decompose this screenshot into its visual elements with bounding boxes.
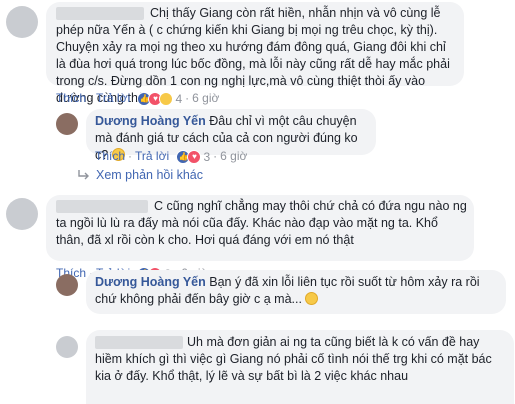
reaction-icons[interactable]: 👍♥ <box>176 149 202 165</box>
comment-text: C cũng nghĩ chẳng may thôi chứ chả có đứ… <box>56 199 467 247</box>
sad-reaction-icon <box>159 92 174 107</box>
reply-link[interactable]: Trả lời <box>135 149 169 163</box>
love-reaction-icon: ♥ <box>187 150 202 165</box>
reply-actions: Thích · Trả lời 👍 ♥ 3 · 6 giờ <box>95 149 248 165</box>
like-link[interactable]: Thích <box>95 149 125 163</box>
reaction-icons[interactable]: 👍♥ <box>137 91 174 107</box>
comment-actions: Thích · Trả lời 👍 ♥ 4 · 6 giờ <box>56 91 220 107</box>
reply-author[interactable]: Dương Hoàng Yến <box>95 275 206 289</box>
reply-link[interactable]: Trả lời <box>96 91 130 105</box>
confused-emoji-icon <box>305 292 319 305</box>
comment-timestamp[interactable]: 6 giờ <box>192 91 219 105</box>
commenter-avatar[interactable] <box>6 6 38 38</box>
reply-author[interactable]: Dương Hoàng Yến <box>95 114 206 128</box>
reaction-count: 3 <box>203 149 211 164</box>
view-more-replies-label: Xem phản hồi khác <box>96 168 204 182</box>
reaction-count: 4 <box>175 91 183 106</box>
view-more-replies-link[interactable]: Xem phản hồi khác <box>78 168 203 182</box>
like-link[interactable]: Thích <box>56 91 86 105</box>
reply-avatar[interactable] <box>56 113 78 135</box>
reply-arrow-icon <box>78 170 89 180</box>
reply-timestamp[interactable]: 6 giờ <box>220 149 247 163</box>
reply-avatar[interactable] <box>56 274 78 296</box>
reply-text: Uh mà đơn giản ai ng ta cũng biết là k c… <box>95 335 492 383</box>
reply-avatar[interactable] <box>56 336 78 358</box>
commenter-avatar[interactable] <box>6 198 38 230</box>
reply-text: Dương Hoàng Yến Bạn ý đã xin lỗi liên tụ… <box>95 274 501 308</box>
